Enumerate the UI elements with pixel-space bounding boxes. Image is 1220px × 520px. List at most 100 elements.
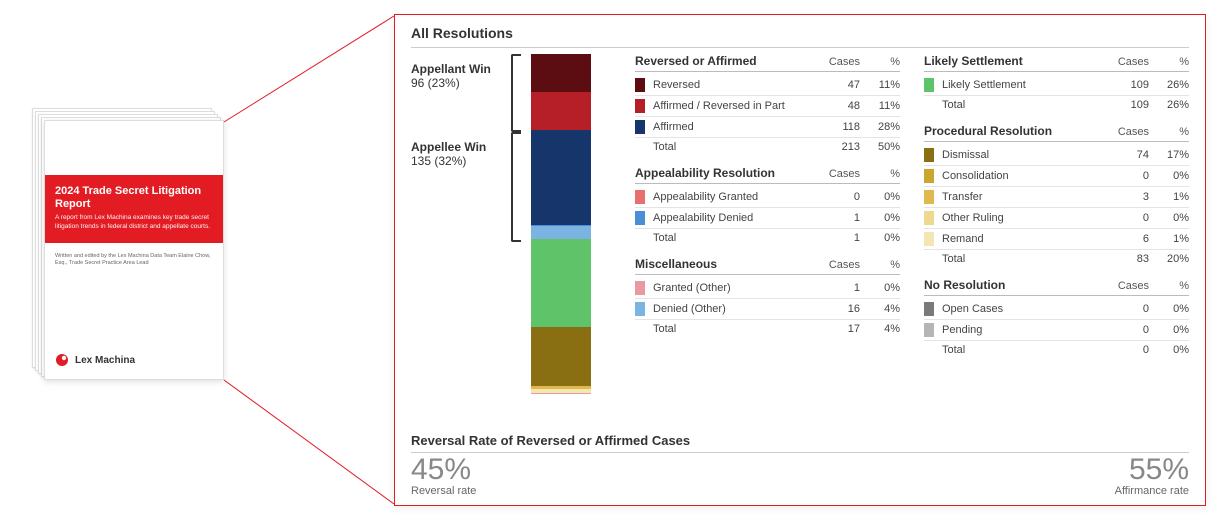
panel-body: Appellant Win 96 (23%) Appellee Win 135 … [411, 54, 1189, 427]
table-row: Consolidation00% [924, 166, 1189, 187]
row-label: Affirmed / Reversed in Part [653, 100, 820, 112]
row-label: Transfer [942, 191, 1109, 203]
row-pct: 28% [860, 121, 900, 133]
resolution-group: Appealability ResolutionCases%Appealabil… [635, 166, 900, 247]
group-header: MiscellaneousCases% [635, 257, 900, 275]
total-pct: 26% [1149, 99, 1189, 111]
swatch-icon [635, 99, 645, 113]
col-head-cases: Cases [820, 56, 860, 68]
group-header: Procedural ResolutionCases% [924, 124, 1189, 142]
row-cases: 1 [820, 212, 860, 224]
bracket-column [511, 54, 521, 242]
data-columns: Reversed or AffirmedCases%Reversed4711%A… [635, 54, 1189, 427]
affirmance-rate-value: 55% [1115, 455, 1189, 485]
swatch-icon [924, 78, 934, 92]
swatch-icon [924, 232, 934, 246]
brand-logo-icon [55, 353, 69, 367]
row-label: Dismissal [942, 149, 1109, 161]
col-head-cases: Cases [1109, 56, 1149, 68]
cover-brand: Lex Machina [55, 353, 213, 367]
row-cases: 47 [820, 79, 860, 91]
total-pct: 50% [860, 141, 900, 153]
row-label: Appealability Denied [653, 212, 820, 224]
resolution-group: Likely SettlementCases%Likely Settlement… [924, 54, 1189, 114]
table-row: Remand61% [924, 229, 1189, 250]
group-header: Appealability ResolutionCases% [635, 166, 900, 184]
swatch-icon [924, 211, 934, 225]
row-pct: 17% [1149, 149, 1189, 161]
col-head-pct: % [1149, 56, 1189, 68]
row-cases: 74 [1109, 149, 1149, 161]
group-total-row: Total21350% [635, 138, 900, 156]
total-cases: 83 [1109, 253, 1149, 265]
group-name: Miscellaneous [635, 257, 820, 271]
rates-title: Reversal Rate of Reversed or Affirmed Ca… [411, 433, 1189, 453]
table-row: Transfer31% [924, 187, 1189, 208]
affirmance-rate-label: Affirmance rate [1115, 485, 1189, 497]
total-cases: 0 [1109, 344, 1149, 356]
row-pct: 11% [860, 79, 900, 91]
table-row: Appealability Denied10% [635, 208, 900, 229]
resolutions-panel: All Resolutions Appellant Win 96 (23%) A… [394, 14, 1206, 506]
resolution-group: Reversed or AffirmedCases%Reversed4711%A… [635, 54, 900, 156]
bracket-labels: Appellant Win 96 (23%) Appellee Win 135 … [411, 54, 501, 248]
appellee-win-name: Appellee Win [411, 140, 486, 154]
row-label: Remand [942, 233, 1109, 245]
row-pct: 4% [860, 303, 900, 315]
row-pct: 0% [1149, 324, 1189, 336]
row-pct: 0% [860, 212, 900, 224]
reversal-rate-label: Reversal rate [411, 485, 476, 497]
group-name: Likely Settlement [924, 54, 1109, 68]
table-row: Granted (Other)10% [635, 278, 900, 299]
swatch-icon [924, 302, 934, 316]
col-head-pct: % [860, 259, 900, 271]
bar-zone: Appellant Win 96 (23%) Appellee Win 135 … [411, 54, 621, 427]
group-header: Reversed or AffirmedCases% [635, 54, 900, 72]
appellant-win-count: 96 (23%) [411, 76, 460, 90]
swatch-icon [635, 120, 645, 134]
bar-segment [531, 54, 591, 92]
row-pct: 0% [1149, 303, 1189, 315]
row-cases: 118 [820, 121, 860, 133]
appellee-win-label: Appellee Win 135 (32%) [411, 140, 501, 248]
data-column-left: Reversed or AffirmedCases%Reversed4711%A… [635, 54, 900, 427]
col-head-cases: Cases [820, 259, 860, 271]
total-cases: 213 [820, 141, 860, 153]
row-cases: 3 [1109, 191, 1149, 203]
group-total-row: Total174% [635, 320, 900, 338]
group-header: Likely SettlementCases% [924, 54, 1189, 72]
total-pct: 4% [860, 323, 900, 335]
resolution-group: MiscellaneousCases%Granted (Other)10%Den… [635, 257, 900, 338]
row-cases: 109 [1109, 79, 1149, 91]
swatch-icon [924, 169, 934, 183]
table-row: Dismissal7417% [924, 145, 1189, 166]
swatch-icon [635, 78, 645, 92]
brand-name: Lex Machina [75, 355, 135, 366]
col-head-pct: % [860, 168, 900, 180]
appellant-win-label: Appellant Win 96 (23%) [411, 62, 501, 138]
table-row: Appealability Granted00% [635, 187, 900, 208]
table-row: Pending00% [924, 320, 1189, 341]
row-cases: 0 [1109, 303, 1149, 315]
appellee-win-count: 135 (32%) [411, 154, 466, 168]
row-pct: 0% [860, 282, 900, 294]
affirmance-rate: 55% Affirmance rate [1115, 455, 1189, 497]
cover-band: 2024 Trade Secret Litigation Report A re… [45, 175, 223, 243]
col-head-cases: Cases [820, 168, 860, 180]
total-label: Total [942, 99, 1109, 111]
group-name: Appealability Resolution [635, 166, 820, 180]
row-pct: 0% [1149, 170, 1189, 182]
swatch-icon [635, 211, 645, 225]
bar-segment [531, 130, 591, 225]
swatch-icon [924, 323, 934, 337]
data-column-right: Likely SettlementCases%Likely Settlement… [924, 54, 1189, 427]
group-total-row: Total10% [635, 229, 900, 247]
row-label: Consolidation [942, 170, 1109, 182]
panel-title: All Resolutions [411, 25, 1189, 48]
bar-segment [531, 239, 591, 327]
reversal-rate: 45% Reversal rate [411, 455, 476, 497]
total-label: Total [942, 344, 1109, 356]
row-cases: 16 [820, 303, 860, 315]
stage: 2024 Trade Secret Litigation Report A re… [0, 0, 1220, 520]
table-row: Likely Settlement10926% [924, 75, 1189, 96]
